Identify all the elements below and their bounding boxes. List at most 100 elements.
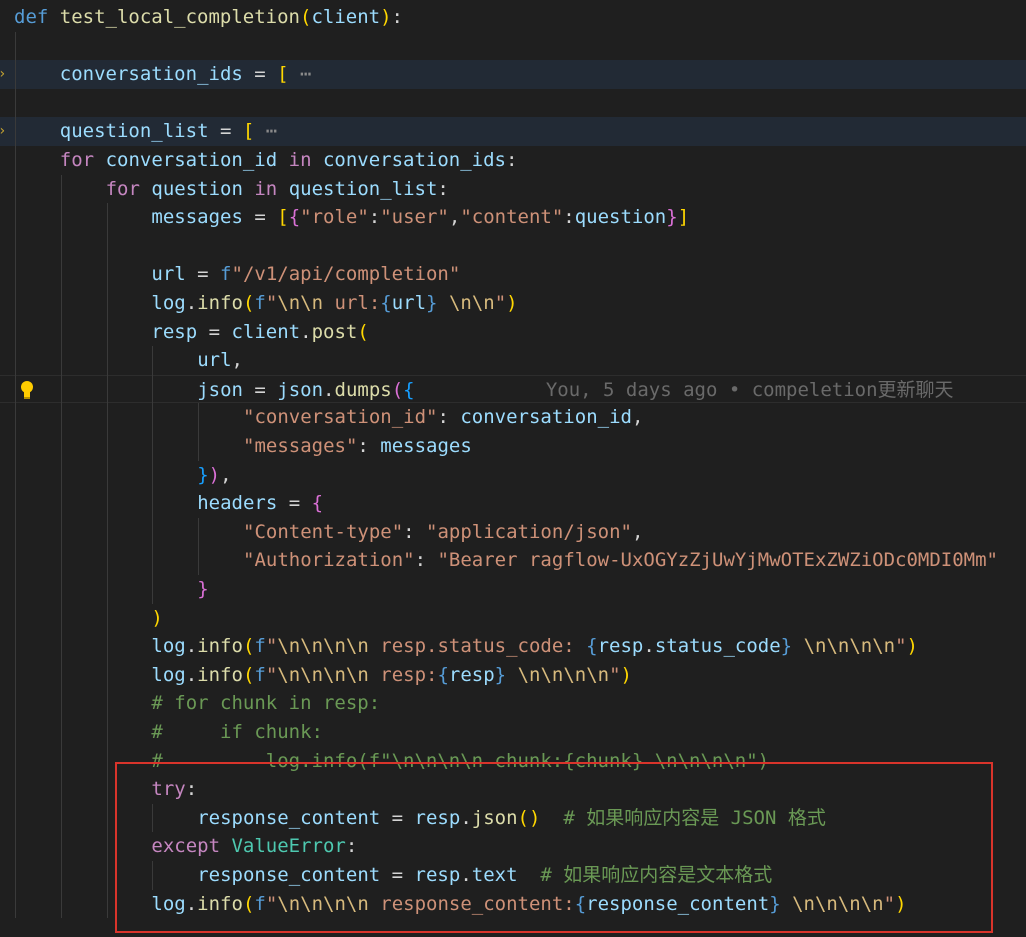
code-text: "messages": messages bbox=[243, 432, 472, 461]
code-token: " bbox=[895, 635, 907, 658]
code-token: \n\n bbox=[277, 292, 324, 314]
code-token: { bbox=[586, 635, 598, 658]
code-token: \n\n\n\n bbox=[277, 663, 369, 686]
code-line[interactable] bbox=[0, 89, 1026, 118]
code-line[interactable]: url, bbox=[0, 346, 1026, 375]
code-editor[interactable]: def test_local_completion(client): › conve… bbox=[0, 0, 1026, 937]
code-line[interactable]: messages = [{"role":"user","content":que… bbox=[0, 203, 1026, 232]
code-token: conversation_id bbox=[105, 149, 278, 171]
code-line[interactable]: except ValueError: bbox=[0, 832, 1026, 861]
code-text: "conversation_id": conversation_id, bbox=[243, 403, 643, 432]
code-token: ( bbox=[391, 378, 404, 401]
code-token: . bbox=[323, 378, 335, 401]
code-line[interactable]: "messages": messages bbox=[0, 432, 1026, 461]
code-token: try bbox=[151, 778, 186, 801]
code-line[interactable]: log.info(f"\n\n url:{url} \n\n") bbox=[0, 289, 1026, 318]
code-text: conversation_ids = [ ⋯ bbox=[60, 60, 312, 89]
code-line[interactable]: }), bbox=[0, 461, 1026, 490]
code-token: json bbox=[277, 378, 324, 401]
code-token: for bbox=[105, 177, 140, 200]
code-token: # log.info(f"\n\n\n\n chunk:{chunk} \n\n… bbox=[151, 749, 770, 772]
code-token: } bbox=[197, 578, 209, 600]
code-token: : bbox=[506, 149, 518, 171]
code-line[interactable]: log.info(f"\n\n\n\n resp:{resp} \n\n\n\n… bbox=[0, 661, 1026, 690]
code-token: headers bbox=[197, 492, 278, 515]
code-line[interactable]: for question in question_list: bbox=[0, 175, 1026, 204]
code-token: ] bbox=[677, 206, 690, 229]
code-token: = bbox=[242, 378, 278, 401]
code-token: . bbox=[185, 635, 198, 658]
code-token: ( bbox=[517, 806, 529, 829]
code-token: : bbox=[391, 6, 403, 28]
code-token: : bbox=[437, 406, 461, 429]
code-line[interactable]: response_content = resp.text # 如果响应内容是文本… bbox=[0, 861, 1026, 890]
code-line[interactable]: log.info(f"\n\n\n\n response_content:{re… bbox=[0, 890, 1026, 919]
code-line[interactable]: } bbox=[0, 575, 1026, 604]
code-token: " bbox=[265, 663, 278, 686]
code-line[interactable]: try: bbox=[0, 775, 1026, 804]
code-token: : bbox=[368, 206, 381, 229]
indent-guide bbox=[152, 861, 154, 890]
code-token: . bbox=[185, 292, 198, 314]
code-line[interactable]: › conversation_ids = [ ⋯ bbox=[0, 60, 1026, 89]
code-token: = bbox=[242, 63, 278, 86]
code-token: . bbox=[300, 320, 312, 343]
code-line[interactable]: "Content-type": "application/json", bbox=[0, 518, 1026, 547]
code-token: url bbox=[391, 292, 427, 314]
code-line[interactable]: "Authorization": "Bearer ragflow-UxOGYzZ… bbox=[0, 546, 1026, 575]
code-token: "Bearer ragflow-UxOGYzZjUwYjMwOTExZWZiOD… bbox=[437, 549, 998, 572]
code-line[interactable]: # for chunk in resp: bbox=[0, 689, 1026, 718]
code-token: { bbox=[574, 892, 587, 915]
code-line[interactable]: url = f"/v1/api/completion" bbox=[0, 260, 1026, 289]
code-line[interactable]: headers = { bbox=[0, 489, 1026, 518]
indent-guide bbox=[198, 403, 200, 461]
code-token: = bbox=[208, 120, 243, 143]
code-token: f bbox=[254, 663, 266, 686]
code-token: ) bbox=[380, 6, 392, 28]
lightbulb-icon[interactable] bbox=[17, 379, 37, 401]
code-token: # 如果响应内容是文本格式 bbox=[540, 864, 773, 886]
code-text: url = f"/v1/api/completion" bbox=[151, 260, 460, 289]
code-token: \n\n\n\n bbox=[277, 892, 369, 915]
code-token: f bbox=[254, 635, 266, 658]
code-token: { bbox=[403, 378, 415, 401]
code-token: info bbox=[197, 292, 243, 314]
code-token: client bbox=[231, 320, 301, 343]
code-line[interactable]: resp = client.post( bbox=[0, 318, 1026, 347]
code-token: } bbox=[666, 206, 678, 229]
code-token: conversation_ids bbox=[59, 63, 243, 86]
code-text: try: bbox=[151, 775, 197, 804]
code-token: info bbox=[197, 663, 243, 686]
code-token: , bbox=[231, 349, 243, 372]
code-token: [ bbox=[242, 120, 255, 143]
code-line[interactable]: › question_list = [ ⋯ bbox=[0, 117, 1026, 146]
code-token: "Authorization" bbox=[243, 549, 415, 572]
code-line[interactable]: log.info(f"\n\n\n\n resp.status_code: {r… bbox=[0, 632, 1026, 661]
code-token: resp: bbox=[368, 663, 438, 686]
code-token: = bbox=[185, 263, 221, 286]
code-line[interactable]: # log.info(f"\n\n\n\n chunk:{chunk} \n\n… bbox=[0, 747, 1026, 776]
code-text: log.info(f"\n\n url:{url} \n\n") bbox=[151, 289, 517, 318]
code-token: ) bbox=[528, 806, 541, 829]
code-token: ( bbox=[357, 320, 369, 343]
code-text: url, bbox=[197, 346, 243, 375]
code-token: ⋯ bbox=[288, 63, 312, 86]
code-line[interactable] bbox=[0, 32, 1026, 61]
code-text: log.info(f"\n\n\n\n resp:{resp} \n\n\n\n… bbox=[151, 661, 632, 690]
code-line[interactable]: for conversation_id in conversation_ids: bbox=[0, 146, 1026, 175]
fold-chevron-icon[interactable]: › bbox=[0, 67, 6, 81]
code-token: post bbox=[311, 320, 358, 343]
code-token: = bbox=[380, 864, 415, 886]
code-line[interactable]: "conversation_id": conversation_id, bbox=[0, 403, 1026, 432]
code-line[interactable]: ) bbox=[0, 604, 1026, 633]
fold-chevron-icon[interactable]: › bbox=[0, 124, 6, 138]
code-line[interactable]: response_content = resp.json() # 如果响应内容是… bbox=[0, 804, 1026, 833]
code-line[interactable]: # if chunk: bbox=[0, 718, 1026, 747]
code-line[interactable]: def test_local_completion(client): bbox=[0, 3, 1026, 32]
code-line[interactable]: json = json.dumps({ You, 5 days ago • co… bbox=[0, 374, 1026, 404]
code-line[interactable] bbox=[0, 232, 1026, 261]
code-token: log bbox=[151, 292, 186, 314]
code-text: # log.info(f"\n\n\n\n chunk:{chunk} \n\n… bbox=[151, 747, 769, 776]
